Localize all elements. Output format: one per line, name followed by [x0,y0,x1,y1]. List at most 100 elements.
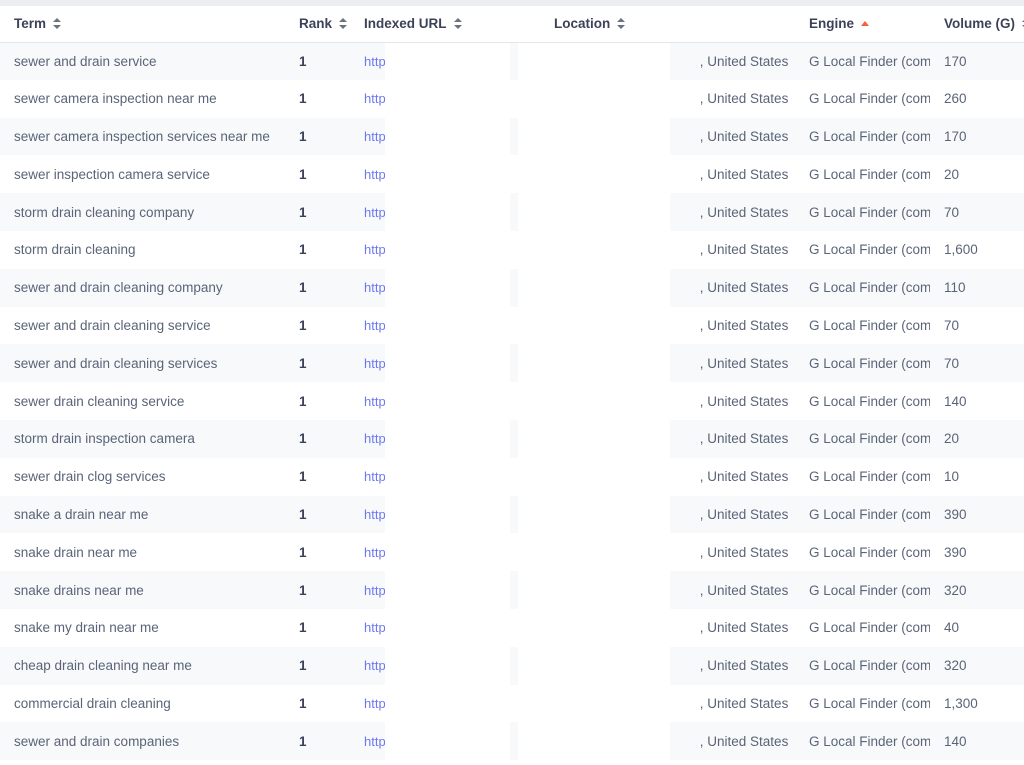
table-row[interactable]: storm drain inspection camera 1 https:/ / , … [0,419,1024,458]
indexed-url-path-suffix[interactable]: / [554,129,558,144]
cell-location: / , United States [540,382,795,420]
cell-indexed-url[interactable]: https:/ [350,457,540,496]
table-row[interactable]: sewer inspection camera service 1 https:/ /… [0,155,1024,194]
table-row[interactable]: sewer and drain cleaning company 1 https:/… [0,268,1024,307]
indexed-url-link[interactable]: https:/ [364,205,399,220]
indexed-url-link[interactable]: https:/ [364,356,399,371]
indexed-url-path-suffix[interactable]: / [554,280,558,295]
cell-engine: G Local Finder (com) [795,155,930,194]
indexed-url-path-suffix[interactable]: / [554,658,558,673]
table-row[interactable]: snake drain near me 1 https:/ / , United Sta… [0,533,1024,572]
cell-indexed-url[interactable]: https:/ [350,155,540,194]
indexed-url-path-suffix[interactable]: / [554,242,558,257]
cell-indexed-url[interactable]: https:/ [350,79,540,118]
cell-indexed-url[interactable]: https:/ [350,382,540,420]
cell-location: / , United States [540,533,795,572]
indexed-url-path-suffix[interactable]: / [554,583,558,598]
table-row[interactable]: storm drain cleaning 1 https:/ / , United St… [0,230,1024,269]
cell-indexed-url[interactable]: https:/ [350,419,540,458]
table-row[interactable]: sewer drain cleaning service 1 https:/ / , U… [0,382,1024,420]
indexed-url-link[interactable]: https:/ [364,620,399,635]
table-row[interactable]: sewer and drain cleaning service 1 https:/… [0,306,1024,345]
cell-indexed-url[interactable]: https:/ [350,571,540,609]
sort-toggle-icon[interactable] [53,17,62,30]
indexed-url-path-suffix[interactable]: / [554,431,558,446]
indexed-url-link[interactable]: https:/ [364,469,399,484]
indexed-url-link[interactable]: https:/ [364,394,399,409]
indexed-url-link[interactable]: https:/ [364,318,399,333]
cell-indexed-url[interactable]: https:/ [350,684,540,723]
cell-indexed-url[interactable]: https:/ [350,306,540,345]
cell-indexed-url[interactable]: https:/ [350,42,540,80]
cell-indexed-url[interactable]: https:/ [350,646,540,685]
sort-toggle-icon[interactable] [339,17,348,30]
sort-toggle-icon[interactable] [453,17,462,30]
indexed-url-link[interactable]: https:/ [364,507,399,522]
indexed-url-path-suffix[interactable]: / [554,356,558,371]
indexed-url-link[interactable]: https:/ [364,696,399,711]
indexed-url-link[interactable]: https:/ [364,129,399,144]
cell-indexed-url[interactable]: https:/ [350,608,540,647]
cell-indexed-url[interactable]: https:/ [350,230,540,269]
indexed-url-link[interactable]: https:/ [364,583,399,598]
sort-toggle-icon[interactable] [617,17,626,30]
column-header-label: Term [14,16,47,32]
column-header-rank[interactable]: Rank [285,6,350,43]
indexed-url-link[interactable]: https:/ [364,734,399,749]
indexed-url-link[interactable]: https:/ [364,545,399,560]
table-row[interactable]: commercial drain cleaning 1 https:/ / , Unit… [0,684,1024,723]
column-header-url[interactable]: Indexed URL [350,6,540,43]
indexed-url-path-suffix[interactable]: / [554,469,558,484]
indexed-url-path-suffix[interactable]: / [554,205,558,220]
indexed-url-path-suffix[interactable]: / [554,54,558,69]
sort-ascending-icon[interactable] [861,17,870,30]
indexed-url-link[interactable]: https:/ [364,54,399,69]
column-header-inner: Term [14,16,62,32]
cell-indexed-url[interactable]: https:/ [350,533,540,572]
cell-engine: G Local Finder (com) [795,457,930,496]
cell-indexed-url[interactable]: https:/ [350,722,540,761]
cell-indexed-url[interactable]: https:/ [350,344,540,383]
keyword-rank-table: Term Rank Indexed URL Location Engine Volume … [0,6,1024,761]
indexed-url-link[interactable]: https:/ [364,431,399,446]
cell-term: snake my drain near me [0,608,285,647]
cell-indexed-url[interactable]: https:/ [350,495,540,534]
column-header-location[interactable]: Location [540,6,795,43]
cell-engine: G Local Finder (com) [795,306,930,345]
indexed-url-path-suffix[interactable]: / [554,167,558,182]
cell-indexed-url[interactable]: https:/ [350,268,540,307]
table-row[interactable]: cheap drain cleaning near me 1 https:/ / , U… [0,646,1024,685]
indexed-url-link[interactable]: https:/ [364,658,399,673]
table-row[interactable]: sewer camera inspection services near me… [0,117,1024,156]
indexed-url-path-suffix[interactable]: / [554,545,558,560]
cell-engine: G Local Finder (com) [795,42,930,80]
indexed-url-path-suffix[interactable]: / [554,318,558,333]
table-row[interactable]: snake drains near me 1 https:/ / , United St… [0,571,1024,609]
indexed-url-link[interactable]: https:/ [364,242,399,257]
indexed-url-path-suffix[interactable]: / [554,696,558,711]
table-row[interactable]: snake a drain near me 1 https:/ / , United S… [0,495,1024,534]
cell-indexed-url[interactable]: https:/ [350,193,540,231]
table-row[interactable]: snake my drain near me 1 https:/ / , United … [0,608,1024,647]
table-row[interactable]: sewer and drain service 1 https:/ / , United… [0,42,1024,80]
table-row[interactable]: sewer and drain companies 1 https:/ / , Unit… [0,722,1024,761]
indexed-url-path-suffix[interactable]: / [554,507,558,522]
table-row[interactable]: sewer drain clog services 1 https:/ / , Unit… [0,457,1024,496]
column-header-engine[interactable]: Engine [795,6,930,43]
table-row[interactable]: sewer camera inspection near me 1 https:/ /… [0,79,1024,118]
indexed-url-link[interactable]: https:/ [364,91,399,106]
cell-rank: 1 [285,193,350,231]
column-header-term[interactable]: Term [0,6,285,43]
cell-indexed-url[interactable]: https:/ [350,117,540,156]
cell-rank: 1 [285,457,350,496]
column-header-volume[interactable]: Volume (G) [930,6,1024,43]
indexed-url-path-suffix[interactable]: / [554,620,558,635]
indexed-url-path-suffix[interactable]: / [554,734,558,749]
table-row[interactable]: sewer and drain cleaning services 1 https:… [0,344,1024,383]
indexed-url-link[interactable]: https:/ [364,280,399,295]
indexed-url-path-suffix[interactable]: / [554,394,558,409]
cell-volume: 40 [930,608,1024,647]
indexed-url-link[interactable]: https:/ [364,167,399,182]
table-row[interactable]: storm drain cleaning company 1 https:/ / , U… [0,193,1024,231]
indexed-url-path-suffix[interactable]: / [554,91,558,106]
